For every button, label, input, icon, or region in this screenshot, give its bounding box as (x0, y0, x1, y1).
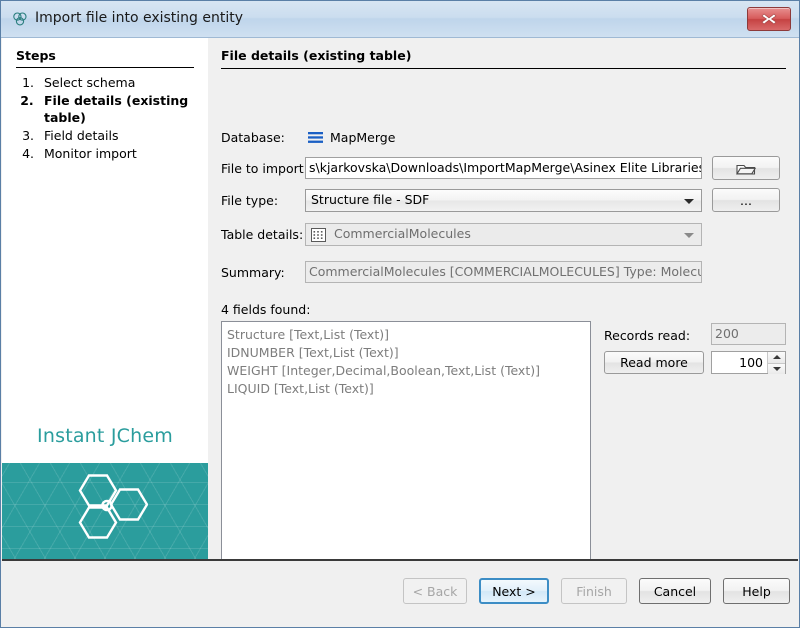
steps-heading: Steps (16, 48, 56, 63)
fields-found-list[interactable]: Structure [Text,List (Text)] IDNUMBER [T… (221, 321, 591, 571)
sidebar-item-field-details[interactable]: Field details (38, 127, 218, 144)
help-button[interactable]: Help (723, 578, 790, 604)
file-type-value: Structure file - SDF (311, 192, 430, 207)
chevron-down-icon (684, 232, 694, 238)
file-type-label: File type: (221, 193, 279, 208)
sidebar-item-file-details[interactable]: File details (existing table) (38, 92, 218, 126)
file-to-import-input[interactable]: s\kjarkovska\Downloads\ImportMapMerge\As… (305, 157, 702, 179)
cancel-button[interactable]: Cancel (639, 578, 711, 604)
spinner-down-icon[interactable] (768, 362, 785, 374)
step-label: File details (existing table) (44, 93, 189, 125)
main-panel: File details (existing table) Database: … (208, 38, 798, 571)
read-more-button[interactable]: Read more (604, 351, 704, 374)
records-read-label: Records read: (604, 328, 691, 343)
database-label: Database: (221, 130, 285, 145)
list-item[interactable]: IDNUMBER [Text,List (Text)] (222, 344, 590, 362)
back-button[interactable]: < Back (403, 578, 467, 604)
file-to-import-label: File to import: (221, 161, 308, 176)
window-title: Import file into existing entity (35, 10, 244, 26)
read-count-stepper[interactable]: 100 (711, 351, 786, 374)
hexagon-molecule-logo (62, 472, 149, 553)
sidebar-item-monitor-import[interactable]: Monitor import (38, 145, 218, 162)
close-icon[interactable] (747, 7, 791, 31)
list-item[interactable]: Structure [Text,List (Text)] (222, 326, 590, 344)
read-count-value[interactable]: 100 (712, 352, 767, 373)
steps-panel: Steps Select schema File details (existi… (2, 38, 209, 561)
table-grid-icon (311, 228, 326, 245)
summary-value: CommercialMolecules [COMMERCIALMOLECULES… (305, 261, 702, 283)
spinner-up-icon[interactable] (768, 352, 785, 363)
browse-file-button[interactable] (712, 156, 780, 180)
chevron-down-icon (684, 198, 694, 204)
step-label: Field details (44, 128, 119, 143)
file-type-options-button[interactable]: ... (712, 188, 780, 212)
molecule-icon (11, 10, 29, 28)
finish-button[interactable]: Finish (561, 578, 627, 604)
database-value: MapMerge (330, 130, 396, 145)
folder-open-icon (736, 160, 757, 175)
list-item[interactable]: LIQUID [Text,List (Text)] (222, 380, 590, 398)
brand-wordmark: Instant JChem (37, 425, 173, 447)
step-label: Monitor import (44, 146, 137, 161)
title-bar: Import file into existing entity (1, 1, 799, 38)
next-button[interactable]: Next > (479, 578, 549, 604)
file-type-select[interactable]: Structure file - SDF (305, 189, 702, 212)
steps-list: Select schema File details (existing tab… (16, 74, 218, 163)
sidebar-item-select-schema[interactable]: Select schema (38, 74, 218, 91)
fields-found-caption: 4 fields found: (221, 302, 311, 317)
page-title-divider (221, 68, 786, 69)
table-details-value: CommercialMolecules (334, 226, 471, 241)
summary-label: Summary: (221, 265, 285, 280)
records-read-value: 200 (711, 323, 786, 345)
database-lines-icon (308, 131, 323, 147)
wizard-footer: < Back Next > Finish Cancel Help (2, 559, 798, 626)
step-label: Select schema (44, 75, 136, 90)
steps-divider (16, 67, 194, 68)
table-details-label: Table details: (221, 227, 304, 242)
list-item[interactable]: WEIGHT [Integer,Decimal,Boolean,Text,Lis… (222, 362, 590, 380)
stepper-buttons (767, 352, 785, 374)
import-wizard-window: Import file into existing entity Steps S… (0, 0, 800, 628)
table-details-select[interactable]: CommercialMolecules (305, 223, 702, 246)
brand-panel (2, 463, 208, 561)
page-title: File details (existing table) (221, 48, 412, 63)
